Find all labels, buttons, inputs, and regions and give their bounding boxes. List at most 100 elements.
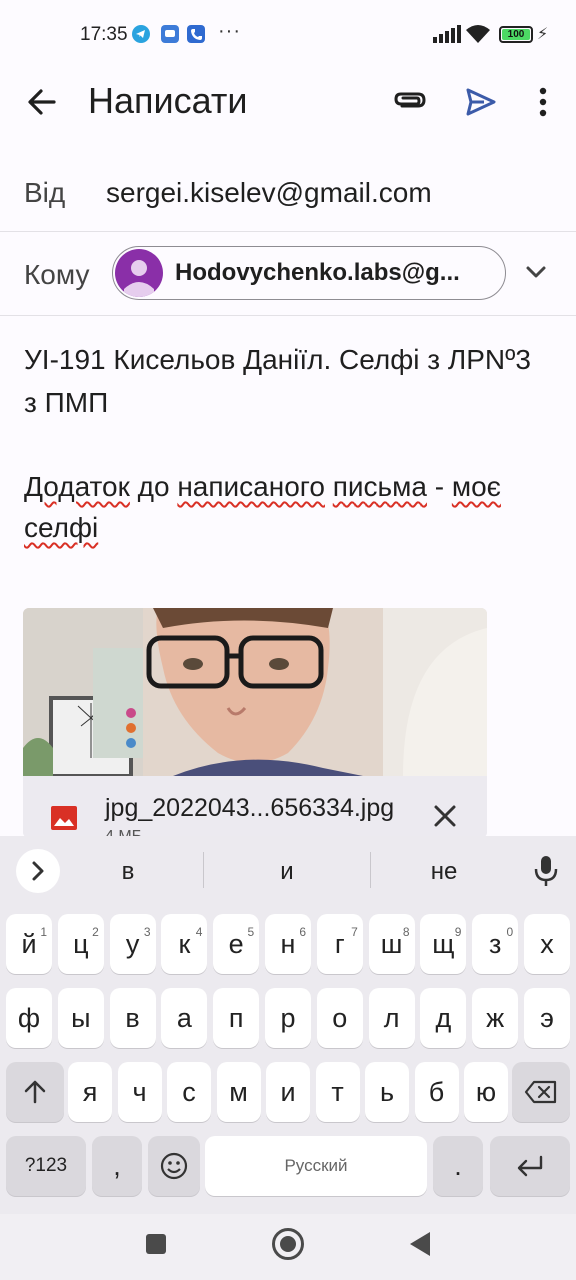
body-word: написаного bbox=[177, 471, 325, 502]
person-icon bbox=[124, 260, 154, 297]
body-text-plain: до bbox=[129, 471, 178, 502]
remove-attachment-button[interactable] bbox=[431, 802, 459, 830]
shift-key[interactable] bbox=[6, 1062, 64, 1122]
key-letter[interactable]: и bbox=[266, 1062, 310, 1122]
attach-button[interactable] bbox=[390, 84, 430, 120]
suggestion-divider bbox=[203, 852, 204, 888]
key-letter[interactable]: е5 bbox=[213, 914, 260, 974]
expand-recipients-button[interactable] bbox=[518, 258, 554, 288]
key-label: ?123 bbox=[24, 1155, 68, 1176]
key-letter[interactable]: з0 bbox=[472, 914, 519, 974]
suggestion-1[interactable]: в bbox=[68, 858, 188, 886]
from-address[interactable]: sergei.kiselev@gmail.com bbox=[106, 177, 432, 209]
recents-button[interactable] bbox=[146, 1234, 166, 1254]
key-label: ы bbox=[71, 1003, 91, 1033]
key-letter[interactable]: ч bbox=[117, 1062, 162, 1122]
key-label: с bbox=[182, 1077, 196, 1107]
key-label: н bbox=[280, 929, 296, 959]
key-letter[interactable]: ж bbox=[472, 988, 519, 1048]
key-letter[interactable]: л bbox=[368, 988, 415, 1048]
backspace-icon bbox=[524, 1080, 557, 1104]
recipient-chip[interactable]: Hodovychenko.labs@g... bbox=[112, 246, 506, 300]
key-label: щ bbox=[432, 929, 455, 959]
key-label: ч bbox=[132, 1077, 147, 1107]
period-key[interactable]: . bbox=[433, 1136, 483, 1196]
key-hint: 1 bbox=[40, 925, 47, 939]
enter-icon bbox=[517, 1155, 543, 1177]
key-letter[interactable]: ю bbox=[464, 1062, 508, 1122]
key-label: я bbox=[82, 1077, 98, 1107]
backspace-key[interactable] bbox=[512, 1062, 570, 1122]
key-letter[interactable]: д bbox=[420, 988, 467, 1048]
key-label: з bbox=[488, 929, 502, 959]
key-label: й bbox=[21, 929, 37, 959]
expand-suggestions-button[interactable] bbox=[16, 849, 60, 893]
body-word: Додаток bbox=[24, 471, 130, 502]
page-title: Написати bbox=[88, 80, 248, 121]
nav-back-button[interactable] bbox=[410, 1232, 430, 1256]
attachment-card[interactable]: jpg_2022043...656334.jpg 4 МБ bbox=[23, 608, 487, 838]
attachment-preview-image bbox=[23, 608, 487, 776]
key-label: ц bbox=[73, 929, 89, 959]
back-button[interactable] bbox=[22, 82, 62, 122]
numbers-key[interactable]: ?123 bbox=[6, 1136, 86, 1196]
suggestion-2[interactable]: и bbox=[227, 858, 347, 886]
to-label: Кому bbox=[24, 259, 90, 290]
key-label: д bbox=[435, 1003, 452, 1033]
status-time: 17:35 bbox=[80, 24, 128, 45]
home-button[interactable] bbox=[272, 1228, 304, 1260]
key-letter[interactable]: к4 bbox=[161, 914, 208, 974]
key-letter[interactable]: х bbox=[524, 914, 570, 974]
key-label: г bbox=[334, 929, 345, 959]
key-letter[interactable]: ы bbox=[57, 988, 104, 1048]
key-hint: 4 bbox=[195, 925, 203, 939]
body-field[interactable]: Додаток до написаного письма - моє селфі bbox=[24, 466, 554, 548]
key-letter[interactable]: п bbox=[213, 988, 260, 1048]
key-letter[interactable]: н6 bbox=[265, 914, 311, 974]
key-letter[interactable]: с bbox=[167, 1062, 211, 1122]
key-letter[interactable]: ш8 bbox=[368, 914, 415, 974]
key-hint: 5 bbox=[247, 925, 255, 939]
suggestion-3[interactable]: не bbox=[384, 858, 504, 886]
shift-icon bbox=[24, 1080, 46, 1104]
key-letter[interactable]: я bbox=[68, 1062, 112, 1122]
more-options-button[interactable] bbox=[528, 82, 558, 122]
voice-input-button[interactable] bbox=[532, 854, 560, 888]
body-word: моє bbox=[451, 471, 501, 502]
key-letter[interactable]: ц2 bbox=[57, 914, 104, 974]
enter-key[interactable] bbox=[490, 1136, 570, 1196]
key-letter[interactable]: ь bbox=[365, 1062, 409, 1122]
key-letter[interactable]: о bbox=[316, 988, 363, 1048]
key-hint: 7 bbox=[351, 925, 358, 939]
comma-key[interactable]: , bbox=[92, 1136, 142, 1196]
key-hint: 3 bbox=[143, 925, 151, 939]
battery-level: 100 bbox=[502, 29, 530, 40]
key-letter[interactable]: в bbox=[109, 988, 156, 1048]
subject-field[interactable]: УІ-191 Кисельов Даніїл. Селфі з ЛРNº3 з … bbox=[24, 338, 544, 424]
attachment-info-bar: jpg_2022043...656334.jpg 4 МБ bbox=[23, 776, 487, 838]
key-label: к bbox=[178, 929, 191, 959]
key-letter[interactable]: р bbox=[265, 988, 311, 1048]
key-letter[interactable]: у3 bbox=[109, 914, 156, 974]
key-letter[interactable]: э bbox=[524, 988, 570, 1048]
from-row[interactable]: Від sergei.kiselev@gmail.com bbox=[0, 150, 576, 232]
chevron-right-icon bbox=[32, 861, 44, 881]
space-key[interactable]: Русский bbox=[205, 1136, 427, 1196]
key-letter[interactable]: б bbox=[414, 1062, 459, 1122]
key-letter[interactable]: а bbox=[161, 988, 208, 1048]
key-label: и bbox=[280, 1077, 296, 1107]
key-hint: 6 bbox=[299, 925, 306, 939]
close-icon bbox=[434, 805, 456, 827]
from-label: Від bbox=[24, 177, 66, 208]
suggestion-divider bbox=[370, 852, 371, 888]
key-label: ю bbox=[475, 1077, 497, 1107]
key-letter[interactable]: ф bbox=[6, 988, 52, 1048]
emoji-key[interactable] bbox=[148, 1136, 200, 1196]
key-letter[interactable]: т bbox=[315, 1062, 360, 1122]
key-letter[interactable]: м bbox=[216, 1062, 261, 1122]
key-letter[interactable]: г7 bbox=[316, 914, 363, 974]
key-letter[interactable]: й1 bbox=[6, 914, 52, 974]
key-letter[interactable]: щ9 bbox=[420, 914, 467, 974]
send-button[interactable] bbox=[460, 82, 500, 122]
mic-icon bbox=[534, 856, 558, 886]
